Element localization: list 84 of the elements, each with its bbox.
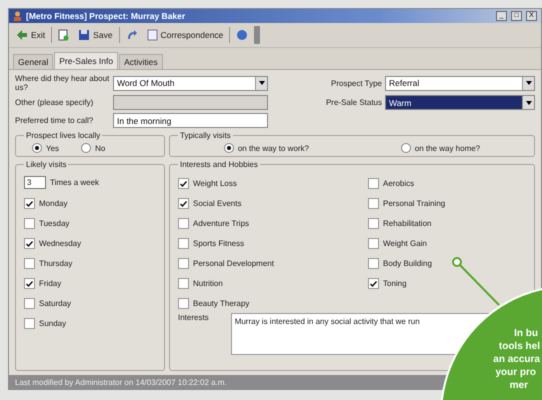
radio-button[interactable] bbox=[32, 143, 42, 153]
checkbox-label: Beauty Therapy bbox=[193, 299, 250, 308]
checkbox[interactable] bbox=[24, 258, 35, 269]
checkbox[interactable] bbox=[368, 258, 379, 269]
radio-button[interactable] bbox=[224, 143, 234, 153]
person-icon bbox=[13, 11, 22, 21]
checkbox-label: Aerobics bbox=[383, 179, 414, 188]
arrow-icon bbox=[126, 29, 138, 41]
field-label: Interests bbox=[178, 313, 209, 322]
new-document-icon bbox=[58, 29, 70, 41]
toolbar-grip[interactable] bbox=[254, 26, 260, 44]
checkbox[interactable] bbox=[24, 198, 35, 209]
checkbox[interactable] bbox=[178, 178, 189, 189]
save-icon bbox=[78, 29, 90, 41]
input-field[interactable]: In the morning bbox=[113, 113, 268, 128]
checkbox[interactable] bbox=[368, 278, 379, 289]
radio-label: on the way to work? bbox=[238, 144, 310, 152]
checkbox[interactable] bbox=[368, 238, 379, 249]
checkbox[interactable] bbox=[178, 298, 189, 309]
checkbox[interactable] bbox=[368, 218, 379, 229]
dropdown-field[interactable]: Warm bbox=[385, 95, 535, 110]
radio-label: Yes bbox=[46, 144, 60, 152]
globe-icon bbox=[236, 29, 248, 41]
spinner-field[interactable]: 3 bbox=[24, 176, 46, 189]
checkbox-label: Body Building bbox=[383, 259, 432, 268]
checkbox-label: Toning bbox=[383, 279, 407, 288]
checkbox[interactable] bbox=[368, 198, 379, 209]
checkbox[interactable] bbox=[24, 278, 35, 289]
checkbox-label: Rehabilitation bbox=[383, 219, 432, 228]
field-label: Pre-Sale Status bbox=[324, 98, 382, 107]
exit-icon bbox=[16, 29, 28, 41]
tab[interactable]: General bbox=[13, 54, 54, 69]
field-label: Times a week bbox=[50, 178, 100, 187]
checkbox-label: Social Events bbox=[193, 199, 242, 208]
dropdown-field[interactable]: Word Of Mouth bbox=[113, 76, 268, 90]
checkbox-label: Nutrition bbox=[193, 279, 223, 288]
save-button[interactable]: Save bbox=[75, 27, 116, 43]
checkbox[interactable] bbox=[24, 218, 35, 229]
checkbox-label: Weight Gain bbox=[383, 239, 427, 248]
checkbox-label: Monday bbox=[39, 199, 68, 208]
checkbox[interactable] bbox=[178, 198, 189, 209]
group-title: Interests and Hobbies bbox=[179, 160, 259, 169]
checkbox-label: Sports Fitness bbox=[193, 239, 244, 248]
field-label: Other (please specify) bbox=[15, 98, 94, 107]
checkbox-label: Wednesday bbox=[39, 239, 82, 248]
callout-text: mer bbox=[508, 379, 529, 392]
group-title: Likely visits bbox=[25, 160, 68, 169]
dropdown-field[interactable]: Referral bbox=[385, 76, 535, 90]
group-title: Prospect lives locally bbox=[25, 131, 102, 140]
checkbox[interactable] bbox=[24, 298, 35, 309]
checkbox[interactable] bbox=[178, 278, 189, 289]
tab[interactable]: Activities bbox=[119, 54, 163, 69]
radio-label: No bbox=[95, 144, 106, 152]
group-title: Typically visits bbox=[179, 131, 232, 140]
checkbox[interactable] bbox=[178, 218, 189, 229]
callout-text: In bu bbox=[513, 327, 539, 340]
callout-text: an accura bbox=[492, 353, 541, 366]
checkbox-label: Personal Development bbox=[193, 259, 274, 268]
checkbox[interactable] bbox=[24, 238, 35, 249]
exit-button[interactable]: Exit bbox=[13, 27, 48, 43]
checkbox-label: Sunday bbox=[39, 319, 66, 328]
checkbox-label: Saturday bbox=[39, 299, 72, 308]
window-title: [Metro Fitness] Prospect: Murray Baker bbox=[26, 11, 186, 21]
text-area[interactable]: Murray is interested in any social activity that we run bbox=[230, 313, 489, 355]
tab[interactable]: Pre-Sales Info bbox=[54, 52, 118, 69]
document-icon bbox=[146, 29, 158, 41]
checkbox[interactable] bbox=[24, 318, 35, 329]
radio-button[interactable] bbox=[400, 143, 411, 153]
radio-label: on the way home? bbox=[414, 144, 480, 152]
callout-text: tools hel bbox=[498, 340, 541, 353]
checkbox[interactable] bbox=[368, 178, 379, 189]
checkbox-label: Friday bbox=[39, 279, 62, 288]
doc-button[interactable]: Correspondence bbox=[144, 27, 226, 43]
checkbox-label: Weight Loss bbox=[193, 179, 237, 188]
checkbox-label: Tuesday bbox=[39, 219, 70, 228]
radio-button[interactable] bbox=[81, 143, 92, 153]
checkbox-label: Thursday bbox=[39, 259, 72, 268]
checkbox-label: Adventure Trips bbox=[193, 219, 250, 228]
field-label: Prospect Type bbox=[330, 78, 382, 88]
field-label: Preferred time to call? bbox=[15, 116, 94, 125]
field-label: Where did they hear about us? bbox=[15, 74, 110, 92]
checkbox[interactable] bbox=[178, 238, 189, 249]
checkbox[interactable] bbox=[178, 258, 189, 269]
checkbox-label: Personal Training bbox=[383, 199, 446, 208]
